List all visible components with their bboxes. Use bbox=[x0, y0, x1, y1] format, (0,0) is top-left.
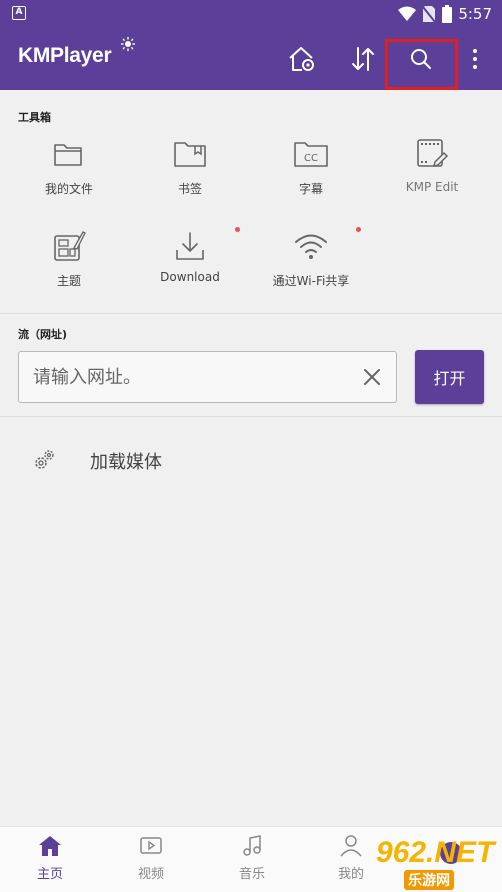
tool-label: 我的文件 bbox=[44, 182, 93, 196]
site-watermark: 962.NET 乐游网 bbox=[364, 834, 502, 892]
wifi-icon bbox=[295, 234, 327, 259]
watermark-subtext: 乐游网 bbox=[404, 870, 454, 890]
subtitle-cc-folder-icon: CC bbox=[294, 142, 328, 167]
sort-button[interactable] bbox=[346, 42, 380, 76]
tool-label: 主题 bbox=[56, 274, 81, 288]
nav-label: 我的 bbox=[337, 867, 364, 882]
home-settings-button[interactable] bbox=[285, 42, 319, 76]
nav-video[interactable]: 视频 bbox=[121, 835, 181, 887]
tool-bookmarks[interactable]: 书签 bbox=[135, 134, 245, 214]
top-app-bar: A 5:57 KMPlayer bbox=[0, 0, 502, 90]
app-bar: KMPlayer bbox=[0, 28, 502, 90]
folder-icon bbox=[54, 144, 82, 166]
tool-theme[interactable]: 主题 bbox=[14, 226, 124, 306]
tool-label: 字幕 bbox=[298, 182, 323, 196]
load-media-label: 加载媒体 bbox=[90, 452, 162, 473]
stream-heading: 流（网址) bbox=[18, 328, 68, 341]
wifi-share-new-dot bbox=[356, 227, 361, 232]
gears-icon bbox=[35, 450, 54, 469]
download-icon bbox=[176, 232, 204, 260]
status-bar: A 5:57 bbox=[0, 0, 502, 28]
tool-wifi-share[interactable]: 通过Wi-Fi共享 bbox=[256, 226, 366, 306]
profile-icon bbox=[340, 835, 362, 857]
divider bbox=[0, 416, 502, 417]
search-icon bbox=[411, 49, 431, 69]
status-time: 5:57 bbox=[458, 5, 492, 23]
app-notification-icon: A bbox=[12, 6, 26, 20]
no-sim-icon bbox=[422, 6, 437, 23]
url-input-container bbox=[18, 351, 397, 403]
film-edit-icon bbox=[417, 139, 449, 168]
nav-label: 视频 bbox=[137, 867, 164, 882]
clear-icon[interactable] bbox=[362, 367, 382, 387]
home-gear-icon bbox=[289, 47, 314, 71]
sun-icon bbox=[121, 37, 135, 51]
tool-label: Download bbox=[160, 270, 220, 284]
sort-arrows-icon bbox=[352, 47, 374, 71]
tool-download[interactable]: Download bbox=[135, 226, 245, 306]
wifi-signal-icon bbox=[398, 6, 417, 21]
more-vert-icon bbox=[473, 49, 477, 69]
tool-subtitles[interactable]: CC 字幕 bbox=[256, 134, 366, 214]
load-media-row[interactable]: 加载媒体 bbox=[32, 446, 162, 476]
search-button[interactable] bbox=[404, 42, 438, 76]
download-new-dot bbox=[235, 227, 240, 232]
tool-label: KMP Edit bbox=[405, 180, 459, 194]
nav-music[interactable]: 音乐 bbox=[222, 835, 282, 887]
battery-icon bbox=[442, 5, 453, 23]
svg-text:CC: CC bbox=[304, 153, 318, 164]
video-icon bbox=[140, 837, 162, 854]
home-icon bbox=[39, 836, 61, 856]
nav-home[interactable]: 主页 bbox=[20, 835, 80, 887]
divider bbox=[0, 313, 502, 314]
url-input[interactable] bbox=[33, 352, 353, 402]
app-logo: KMPlayer bbox=[18, 44, 112, 67]
tool-label: 通过Wi-Fi共享 bbox=[272, 274, 350, 288]
tool-label: 书签 bbox=[177, 182, 202, 196]
music-note-icon bbox=[243, 835, 261, 856]
nav-label: 主页 bbox=[36, 867, 63, 882]
toolbox-heading: 工具箱 bbox=[18, 111, 51, 124]
theme-palette-icon bbox=[54, 231, 86, 261]
bookmark-folder-icon bbox=[174, 142, 206, 167]
more-options-button[interactable] bbox=[458, 42, 492, 76]
open-url-button[interactable]: 打开 bbox=[415, 350, 484, 404]
nav-label: 音乐 bbox=[238, 867, 265, 882]
watermark-text: 962.NET bbox=[376, 836, 495, 869]
tool-kmp-edit[interactable]: KMP Edit bbox=[377, 134, 487, 214]
tool-my-files[interactable]: 我的文件 bbox=[14, 134, 124, 214]
